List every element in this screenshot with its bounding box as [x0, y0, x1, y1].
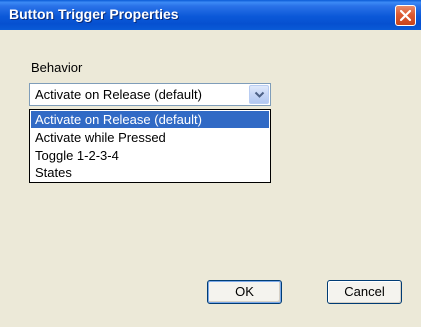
- cancel-button[interactable]: Cancel: [327, 280, 402, 304]
- dropdown-toggle-button[interactable]: [249, 85, 269, 104]
- close-button[interactable]: [395, 5, 416, 26]
- dialog-window: Button Trigger Properties Behavior Activ…: [0, 0, 421, 327]
- behavior-select[interactable]: Activate on Release (default): [29, 83, 271, 106]
- title-bar[interactable]: Button Trigger Properties: [0, 0, 421, 30]
- ok-button[interactable]: OK: [207, 280, 282, 304]
- behavior-dropdown-list: Activate on Release (default) Activate w…: [29, 109, 271, 183]
- dropdown-option[interactable]: Activate while Pressed: [31, 129, 269, 146]
- dropdown-option[interactable]: Toggle 1-2-3-4: [31, 147, 269, 164]
- window-title: Button Trigger Properties: [9, 6, 179, 22]
- dropdown-option[interactable]: States: [31, 164, 269, 181]
- behavior-select-value: Activate on Release (default): [35, 87, 202, 102]
- close-icon: [399, 9, 412, 22]
- behavior-label: Behavior: [31, 60, 83, 75]
- chevron-down-icon: [254, 91, 265, 98]
- dropdown-option[interactable]: Activate on Release (default): [31, 111, 269, 128]
